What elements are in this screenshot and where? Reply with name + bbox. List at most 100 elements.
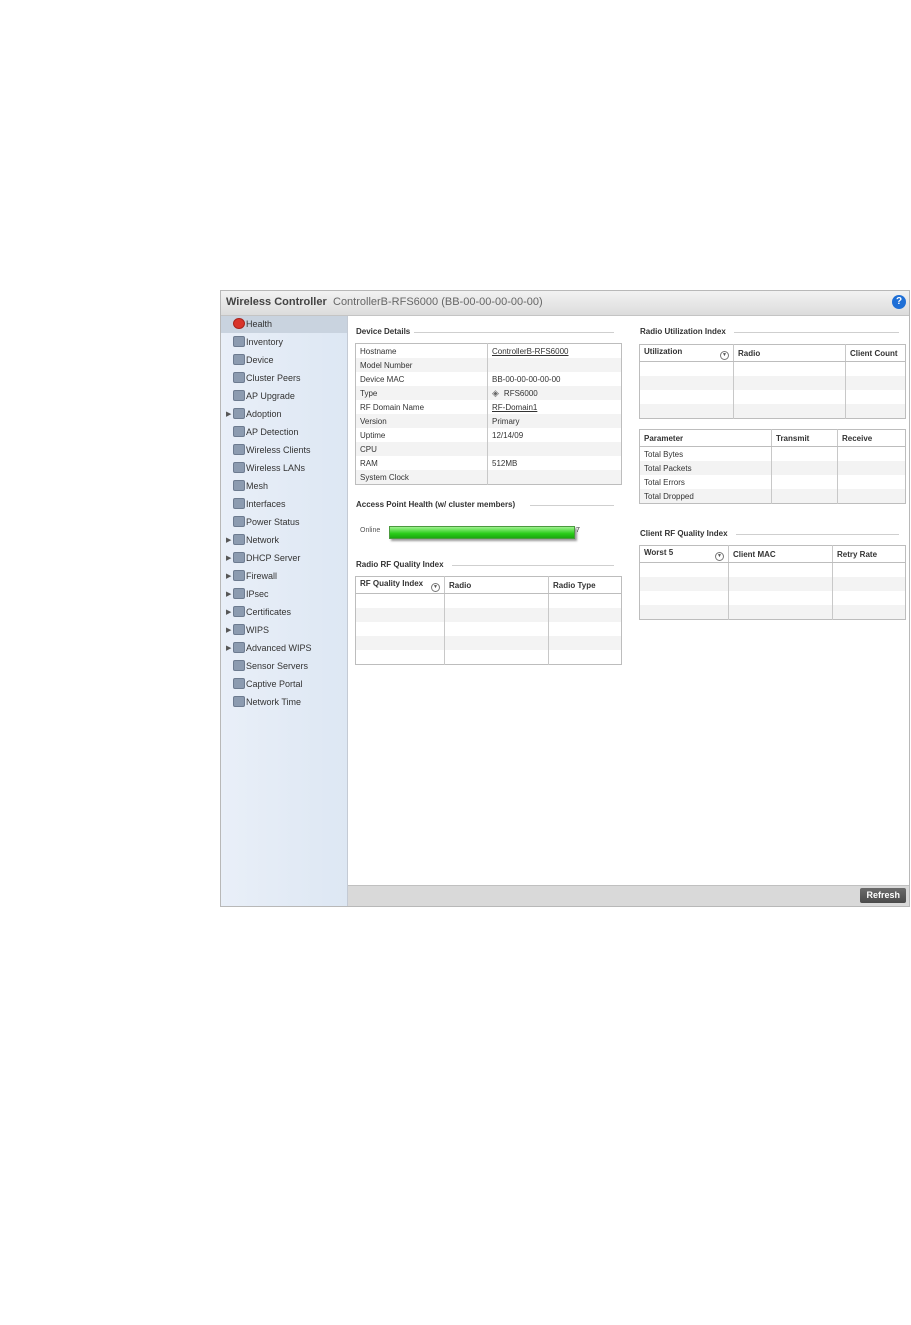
table-cell: [728, 591, 833, 605]
sidebar-item-captive-portal[interactable]: Captive Portal: [221, 676, 347, 693]
table-row: Hostname ControllerB-RFS6000: [356, 343, 622, 358]
detail-text: 12/14/09: [492, 430, 524, 440]
dhcp-server-icon: [233, 552, 245, 563]
table-cell: [837, 461, 906, 475]
detail-value[interactable]: ControllerB-RFS6000: [487, 343, 622, 358]
detail-label: Model Number: [355, 358, 488, 372]
column-header[interactable]: Radio Type: [548, 576, 622, 594]
detail-link[interactable]: RF-Domain1: [492, 403, 537, 412]
table-row: [356, 650, 622, 665]
table-cell: [728, 605, 833, 620]
table-row: Uptime 12/14/09: [356, 428, 622, 442]
detail-label: Hostname: [360, 346, 397, 356]
sidebar-item-power-status[interactable]: Power Status: [221, 514, 347, 531]
table-row: [639, 404, 906, 419]
sidebar-item-dhcp-server[interactable]: ▶ DHCP Server: [221, 550, 347, 567]
sidebar-item-label: Wireless Clients: [246, 445, 311, 455]
column-header[interactable]: Retry Rate: [832, 545, 906, 563]
table-row: [356, 622, 622, 636]
sidebar-item-ipsec[interactable]: ▶ IPsec: [221, 586, 347, 603]
sidebar-item-cluster-peers[interactable]: Cluster Peers: [221, 370, 347, 387]
sidebar-item-label: WIPS: [246, 625, 270, 635]
column-header[interactable]: Radio: [444, 576, 549, 594]
table-row: [639, 605, 906, 620]
column-header[interactable]: Worst 5 ▼: [639, 545, 729, 563]
detail-value: [487, 442, 622, 456]
detail-link[interactable]: ControllerB-RFS6000: [492, 347, 568, 356]
sidebar-item-certificates[interactable]: ▶ Certificates: [221, 604, 347, 621]
sidebar-item-label: Sensor Servers: [246, 661, 309, 671]
sidebar-item-wireless-clients[interactable]: Wireless Clients: [221, 442, 347, 459]
expand-arrow-icon[interactable]: ▶: [226, 554, 231, 562]
cluster-peers-icon: [233, 372, 245, 383]
table-cell: [640, 362, 734, 377]
table-row: [639, 376, 906, 390]
column-header-label: Receive: [842, 433, 873, 443]
column-header[interactable]: Utilization ▼: [639, 344, 734, 362]
column-header[interactable]: Client MAC: [728, 545, 833, 563]
expand-arrow-icon[interactable]: ▶: [226, 410, 231, 418]
sidebar-item-network-time[interactable]: Network Time: [221, 694, 347, 711]
expand-arrow-icon[interactable]: ▶: [226, 626, 231, 634]
sort-icon[interactable]: ▼: [715, 551, 724, 561]
sidebar-item-firewall[interactable]: ▶ Firewall: [221, 568, 347, 585]
captive-portal-icon: [233, 678, 245, 689]
sidebar-item-ap-upgrade[interactable]: AP Upgrade: [221, 388, 347, 405]
sidebar-item-adoption[interactable]: ▶ Adoption: [221, 406, 347, 423]
sidebar-item-label: Wireless LANs: [246, 463, 306, 473]
sidebar-item-interfaces[interactable]: Interfaces: [221, 496, 347, 513]
expand-arrow-icon[interactable]: ▶: [226, 590, 231, 598]
column-header[interactable]: Transmit: [771, 429, 838, 447]
table-cell: [640, 390, 734, 404]
expand-arrow-icon[interactable]: ▶: [226, 572, 231, 580]
column-header-label: Client Count: [850, 348, 898, 358]
table-cell: [355, 636, 445, 650]
table-cell: [548, 622, 622, 636]
table-cell: [733, 404, 846, 419]
table-row: [640, 591, 906, 605]
sidebar-item-inventory[interactable]: Inventory: [221, 334, 347, 351]
sidebar-item-label: IPsec: [246, 589, 269, 599]
sidebar-item-wips[interactable]: ▶ WIPS: [221, 622, 347, 639]
expand-arrow-icon[interactable]: ▶: [226, 536, 231, 544]
column-header[interactable]: Receive: [837, 429, 906, 447]
client-rf-quality-table: Worst 5 ▼ Client MAC Retry Rate: [639, 545, 906, 620]
column-header[interactable]: Parameter: [639, 429, 772, 447]
table-cell: Total Errors: [644, 477, 685, 487]
health-icon: [233, 318, 245, 329]
sidebar-item-mesh[interactable]: Mesh: [221, 478, 347, 495]
sidebar-item-label: Network: [246, 535, 280, 545]
table-cell: [444, 593, 549, 608]
table-row: Total Packets: [639, 461, 906, 475]
detail-value[interactable]: RF-Domain1: [487, 400, 622, 414]
sidebar-item-advanced-wips[interactable]: ▶ Advanced WIPS: [221, 640, 347, 657]
sidebar-item-network[interactable]: ▶ Network: [221, 532, 347, 549]
help-icon[interactable]: ?: [892, 295, 906, 309]
table-cell: [845, 390, 906, 404]
table-cell: [733, 361, 846, 376]
sidebar-item-health[interactable]: Health: [221, 316, 347, 333]
sidebar-item-ap-detection[interactable]: AP Detection: [221, 424, 347, 441]
sort-icon[interactable]: ▼: [431, 582, 440, 592]
column-header[interactable]: RF Quality Index ▼: [355, 576, 445, 594]
table-cell: [837, 475, 906, 489]
sort-icon[interactable]: ▼: [720, 350, 729, 360]
expand-arrow-icon[interactable]: ▶: [226, 644, 231, 652]
column-header-label: Radio Type: [553, 580, 596, 590]
table-cell: [832, 605, 906, 620]
table-row: [640, 562, 906, 577]
column-header-label: Client MAC: [733, 549, 776, 559]
column-header[interactable]: Client Count: [845, 344, 906, 362]
refresh-button[interactable]: Refresh: [860, 888, 906, 903]
sidebar-item-device[interactable]: Device: [221, 352, 347, 369]
radio-rf-quality-title: Radio RF Quality Index: [356, 560, 444, 569]
sidebar-item-sensor-servers[interactable]: Sensor Servers: [221, 658, 347, 675]
sidebar-item-label: Adoption: [246, 409, 282, 419]
column-header[interactable]: Radio: [733, 344, 846, 362]
sidebar-item-label: Certificates: [246, 607, 292, 617]
table-row: [640, 390, 906, 404]
table-row: Model Number: [355, 358, 622, 372]
sidebar-item-wireless-lans[interactable]: Wireless LANs: [221, 460, 347, 477]
expand-arrow-icon[interactable]: ▶: [226, 608, 231, 616]
sidebar-item-label: Inventory: [246, 337, 284, 347]
